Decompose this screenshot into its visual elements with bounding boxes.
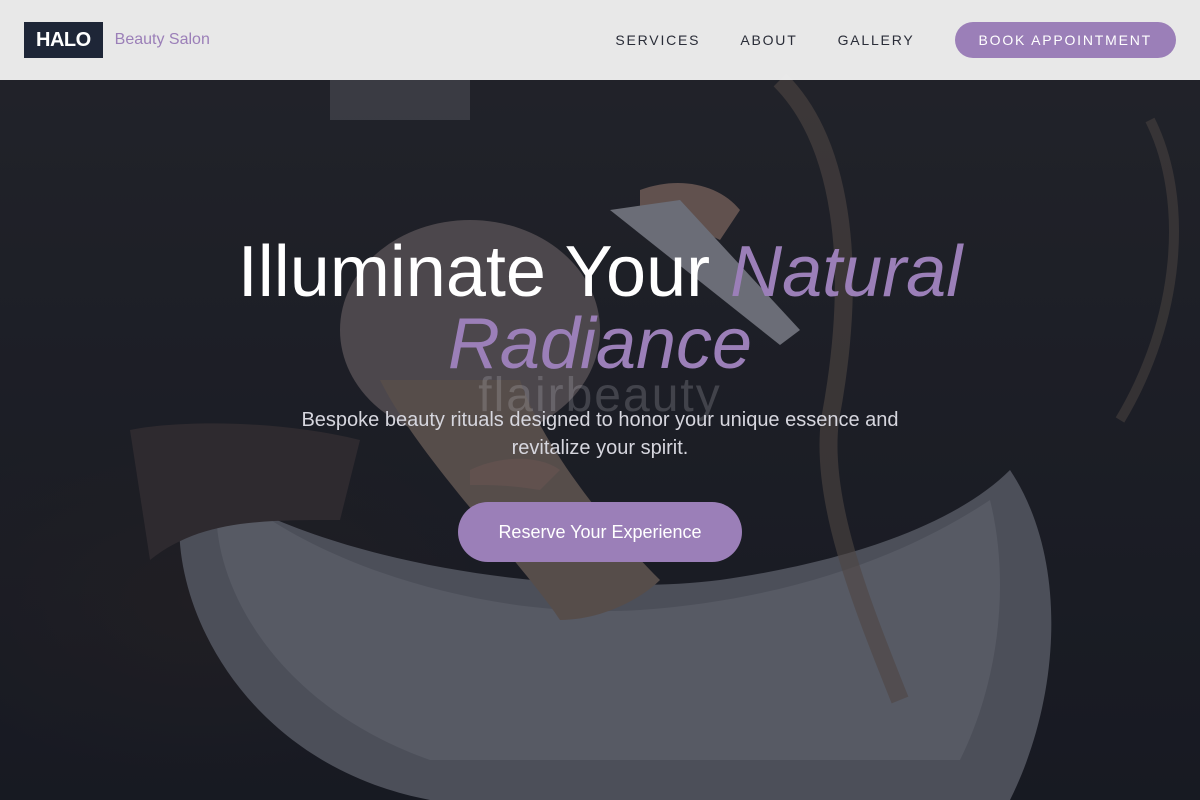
nav-link-services[interactable]: SERVICES [615, 32, 700, 48]
hero-title: Illuminate Your Natural Radiance [200, 236, 1000, 380]
logo[interactable]: HALO [24, 22, 103, 58]
hero-content: Illuminate Your Natural Radiance [0, 236, 1200, 380]
site-header: HALO Beauty Salon SERVICES ABOUT GALLERY… [0, 0, 1200, 80]
hero-title-plain: Illuminate Your [237, 232, 731, 312]
hero-subtitle: Bespoke beauty rituals designed to honor… [301, 409, 899, 459]
reserve-experience-button[interactable]: Reserve Your Experience [458, 502, 742, 562]
nav-link-about[interactable]: ABOUT [740, 32, 797, 48]
nav-link-gallery[interactable]: GALLERY [838, 32, 915, 48]
main-nav: SERVICES ABOUT GALLERY BOOK APPOINTMENT [615, 22, 1176, 58]
book-appointment-button[interactable]: BOOK APPOINTMENT [954, 22, 1176, 58]
logo-tagline: Beauty Salon [114, 31, 210, 48]
